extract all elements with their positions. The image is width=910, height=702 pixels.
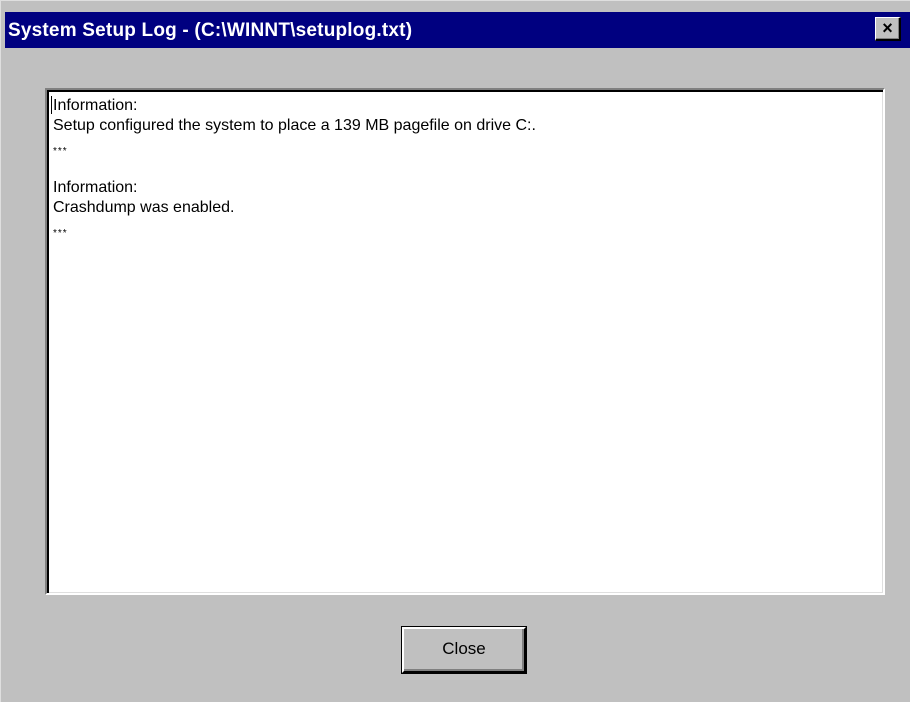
log-entry-message: Crashdump was enabled. bbox=[53, 199, 235, 216]
log-entry-heading: Information: bbox=[53, 97, 138, 114]
window-title: System Setup Log - (C:\WINNT\setuplog.tx… bbox=[8, 20, 413, 41]
close-icon[interactable]: × bbox=[875, 17, 901, 41]
setup-log-dialog: System Setup Log - (C:\WINNT\setuplog.tx… bbox=[0, 0, 910, 702]
log-entry-message: Setup configured the system to place a 1… bbox=[53, 117, 536, 134]
title-bar[interactable]: System Setup Log - (C:\WINNT\setuplog.tx… bbox=[5, 12, 910, 48]
text-caret bbox=[51, 96, 52, 114]
close-button[interactable]: Close bbox=[402, 627, 526, 673]
log-text-area[interactable]: Information: Setup configured the system… bbox=[45, 88, 885, 595]
log-content: Information: Setup configured the system… bbox=[53, 96, 877, 587]
log-entry-separator: *** bbox=[53, 228, 68, 239]
log-entry-heading: Information: bbox=[53, 179, 138, 196]
log-entry-separator: *** bbox=[53, 146, 68, 157]
